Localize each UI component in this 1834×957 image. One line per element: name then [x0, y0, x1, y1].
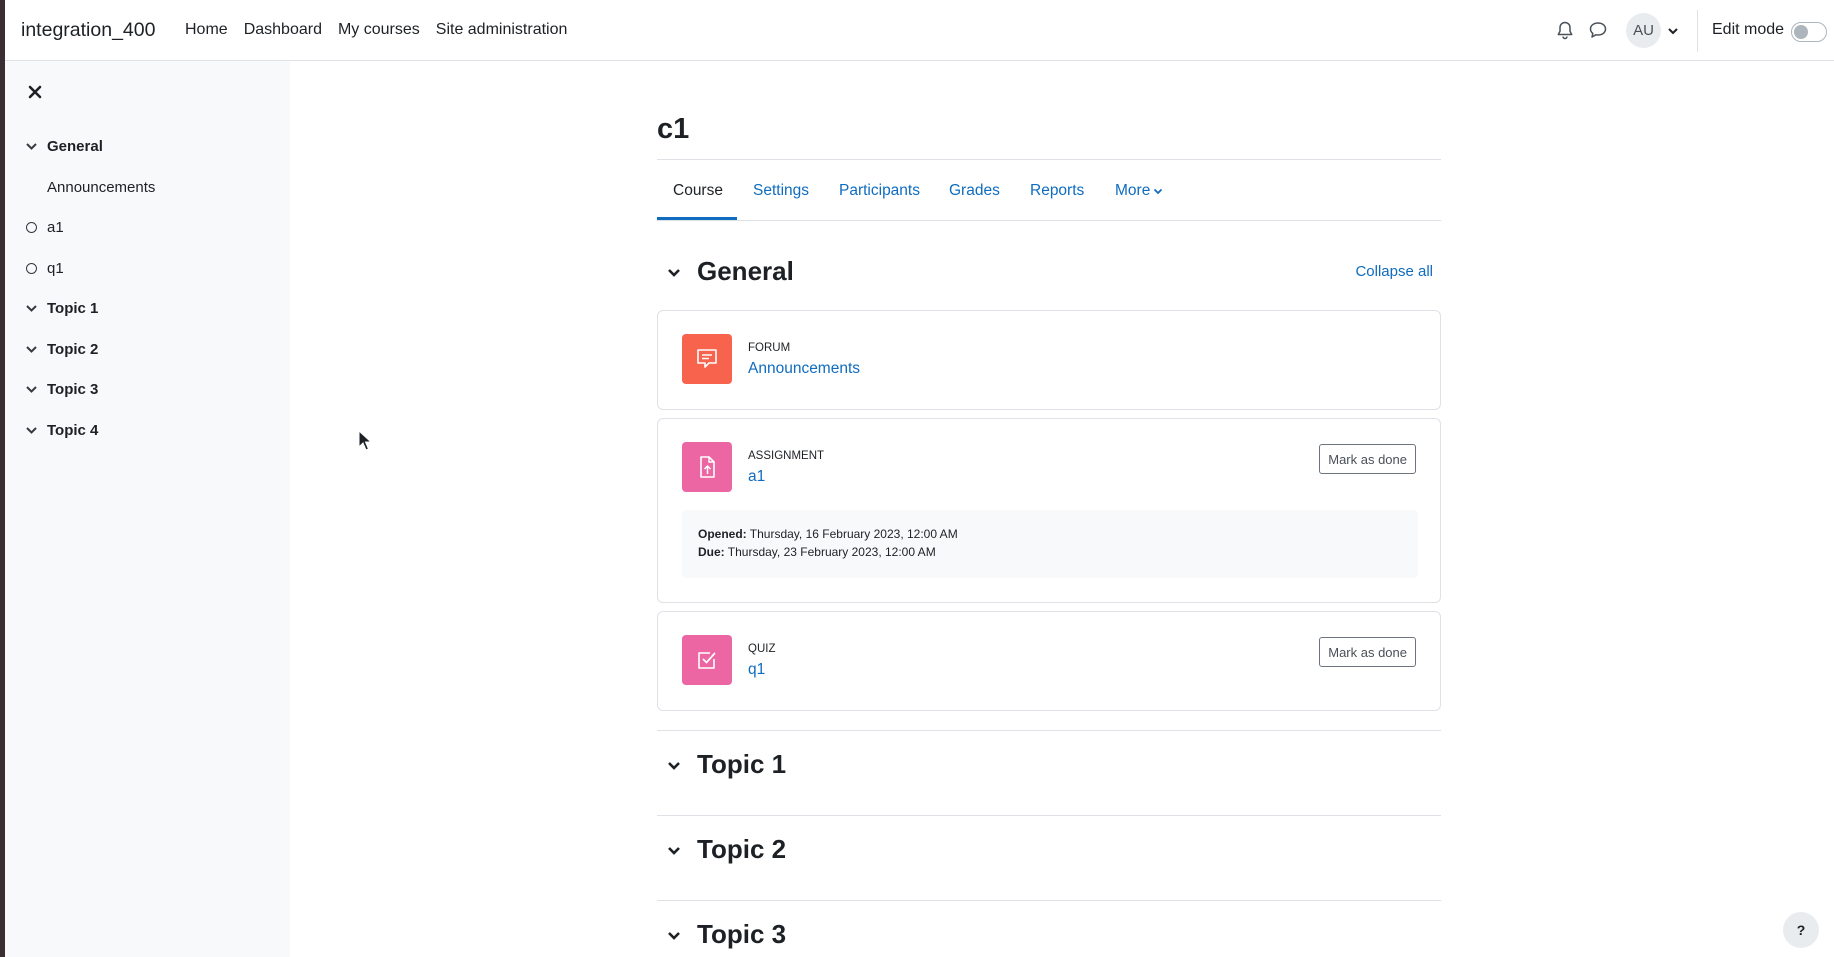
drawer-item-label: Topic 2 [47, 340, 99, 358]
drawer-item-label: Topic 1 [47, 299, 99, 317]
activity-dates: Opened: Thursday, 16 February 2023, 12:0… [682, 510, 1418, 578]
section-title: Topic 1 [697, 749, 787, 779]
secondary-navigation: Course Settings Participants Grades Repo… [657, 160, 1441, 221]
drawer-item-label: Topic 4 [47, 421, 99, 439]
nav-home[interactable]: Home [185, 21, 228, 39]
tab-grades[interactable]: Grades [949, 160, 1000, 221]
activity-type: Assignment [748, 450, 825, 462]
chevron-down-icon[interactable] [666, 928, 682, 944]
drawer-section-topic-1[interactable]: Topic 1 [5, 293, 290, 323]
tab-participants[interactable]: Participants [839, 160, 920, 221]
completion-circle-icon [26, 221, 37, 233]
activity-type: Forum [748, 342, 791, 354]
section-general-header: General Collapse all [657, 251, 1441, 291]
drawer-activity-announcements[interactable]: Announcements [5, 172, 290, 202]
primary-navigation: Home Dashboard My courses Site administr… [185, 21, 567, 39]
section-topic-2-header: Topic 2 [657, 829, 1441, 869]
tab-settings[interactable]: Settings [753, 160, 809, 221]
due-value: Thursday, 23 February 2023, 12:00 AM [724, 545, 936, 559]
user-avatar[interactable]: AU [1626, 13, 1661, 48]
activity-forum: Forum Announcements [657, 310, 1441, 410]
tab-more-label: More [1115, 181, 1151, 199]
tab-course[interactable]: Course [673, 160, 723, 221]
section-divider [657, 900, 1441, 901]
opened-value: Thursday, 16 February 2023, 12:00 AM [746, 527, 958, 541]
navbar-divider [1697, 10, 1698, 52]
drawer-item-label: q1 [47, 259, 64, 277]
activity-link[interactable]: q1 [748, 661, 765, 679]
collapse-all-link[interactable]: Collapse all [1355, 263, 1433, 280]
chevron-down-icon[interactable] [666, 265, 682, 281]
activity-link[interactable]: Announcements [748, 360, 860, 378]
course-index-drawer: General Announcements a1 q1 Topic 1 Topi… [5, 61, 290, 957]
drawer-item-label: a1 [47, 218, 64, 236]
chevron-down-icon[interactable] [1667, 25, 1679, 37]
page-title: c1 [657, 113, 690, 145]
chevron-down-icon[interactable] [666, 758, 682, 774]
drawer-activity-q1[interactable]: q1 [5, 253, 290, 283]
opened-date-row: Opened: Thursday, 16 February 2023, 12:0… [698, 525, 1402, 543]
tab-reports[interactable]: Reports [1030, 160, 1084, 221]
section-divider [657, 815, 1441, 816]
quiz-glyph-icon [698, 652, 716, 669]
nav-my-courses[interactable]: My courses [338, 21, 420, 39]
activity-link[interactable]: a1 [748, 468, 765, 486]
section-divider [657, 730, 1441, 731]
section-topic-1-header: Topic 1 [657, 744, 1441, 784]
nav-site-administration[interactable]: Site administration [436, 21, 568, 39]
nav-dashboard[interactable]: Dashboard [244, 21, 322, 39]
chevron-down-icon[interactable] [25, 343, 38, 356]
mark-as-done-button[interactable]: Mark as done [1319, 444, 1416, 474]
mark-as-done-button[interactable]: Mark as done [1319, 637, 1416, 667]
section-title: Topic 2 [697, 834, 787, 864]
messages-icon[interactable] [1588, 20, 1608, 40]
forum-icon[interactable] [682, 334, 732, 384]
notifications-bell-icon[interactable] [1555, 20, 1575, 40]
drawer-section-topic-3[interactable]: Topic 3 [5, 374, 290, 404]
chevron-down-icon[interactable] [25, 424, 38, 437]
mouse-cursor-icon [358, 430, 372, 451]
drawer-section-general[interactable]: General [5, 131, 290, 161]
section-topic-3-header: Topic 3 [657, 914, 1441, 954]
site-brand[interactable]: integration_400 [21, 19, 155, 42]
drawer-activity-a1[interactable]: a1 [5, 212, 290, 242]
completion-circle-icon [26, 262, 37, 274]
activity-type: Quiz [748, 643, 776, 655]
chevron-down-icon[interactable] [25, 140, 38, 153]
chevron-down-icon[interactable] [666, 843, 682, 859]
active-tab-indicator [657, 217, 737, 220]
due-label: Due: [698, 545, 725, 559]
assignment-icon[interactable] [682, 442, 732, 492]
section-title: Topic 3 [697, 919, 787, 949]
tab-more[interactable]: More [1115, 160, 1163, 221]
chevron-down-icon [1154, 188, 1163, 194]
activity-quiz: Quiz q1 Mark as done [657, 611, 1441, 711]
drawer-item-label: General [47, 137, 103, 155]
chevron-down-icon[interactable] [25, 302, 38, 315]
drawer-item-label: Topic 3 [47, 380, 99, 398]
due-date-row: Due: Thursday, 23 February 2023, 12:00 A… [698, 543, 1402, 561]
edit-mode-label: Edit mode [1712, 21, 1785, 38]
quiz-icon[interactable] [682, 635, 732, 685]
forum-glyph-icon [697, 349, 717, 368]
toggle-knob [1794, 25, 1808, 39]
opened-label: Opened: [698, 527, 747, 541]
drawer-section-topic-2[interactable]: Topic 2 [5, 334, 290, 364]
help-button[interactable]: ? [1783, 912, 1819, 948]
assignment-glyph-icon [700, 456, 715, 478]
drawer-item-label: Announcements [47, 178, 156, 196]
section-title: General [697, 256, 794, 286]
top-navbar: integration_400 Home Dashboard My course… [5, 0, 1834, 61]
activity-assignment: Assignment a1 Mark as done Opened: Thurs… [657, 418, 1441, 603]
drawer-section-topic-4[interactable]: Topic 4 [5, 415, 290, 445]
close-icon[interactable] [25, 82, 45, 102]
chevron-down-icon[interactable] [25, 383, 38, 396]
edit-mode-toggle[interactable] [1791, 22, 1827, 42]
